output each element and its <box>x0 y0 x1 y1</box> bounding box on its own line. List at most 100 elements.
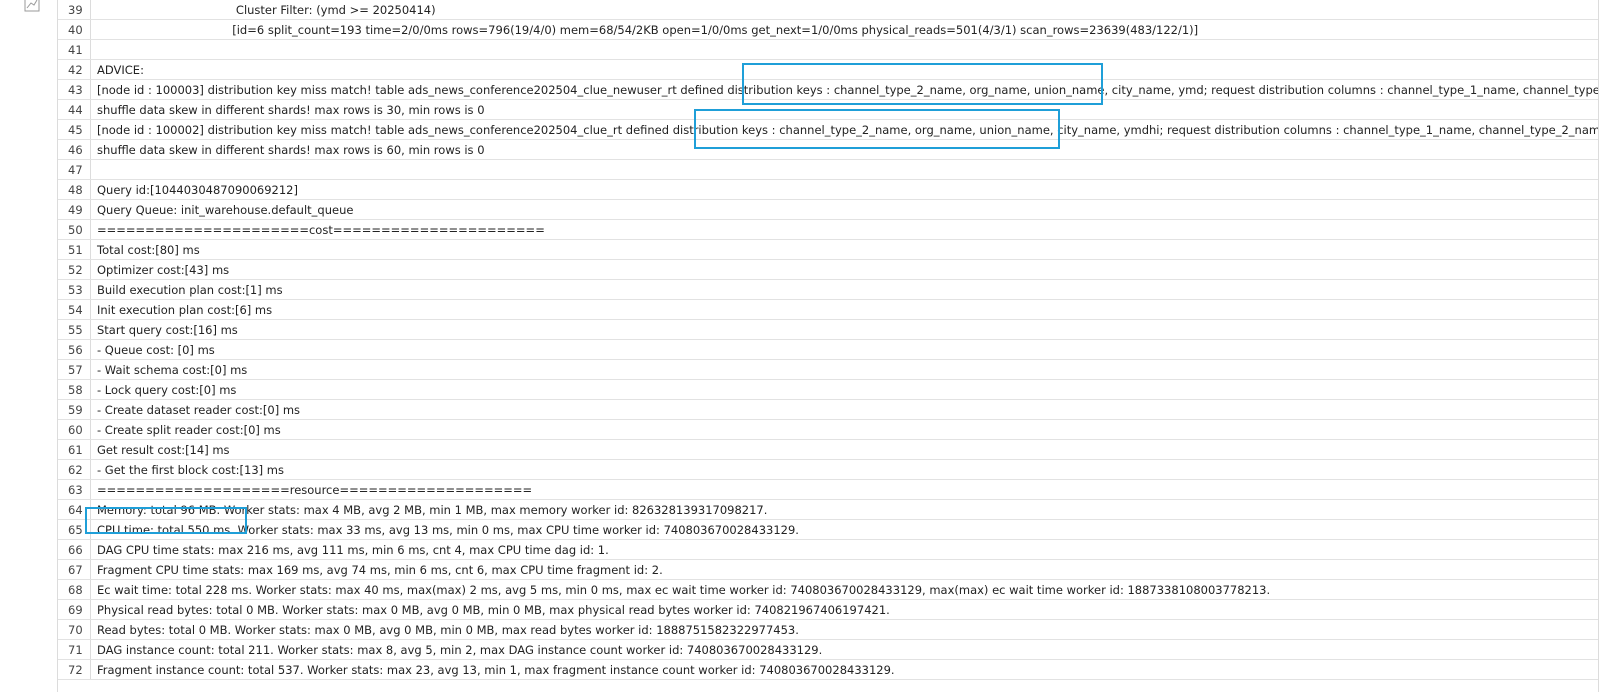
line-text: Memory: total 96 MB. Worker stats: max 4… <box>97 502 768 517</box>
line-text: Physical read bytes: total 0 MB. Worker … <box>97 602 890 617</box>
line-text: ADVICE: <box>97 62 144 77</box>
line-number: 54 <box>58 300 91 319</box>
line-text: Fragment instance count: total 537. Work… <box>97 662 895 677</box>
line-text: shuffle data skew in different shards! m… <box>97 142 485 157</box>
table-row: 66 DAG CPU time stats: max 216 ms, avg 11… <box>58 540 1598 560</box>
table-row: 44 shuffle data skew in different shards!… <box>58 100 1598 120</box>
line-text: [id=6 split_count=193 time=2/0/0ms rows=… <box>97 22 1199 37</box>
line-number: 47 <box>58 160 91 179</box>
chart-icon[interactable] <box>24 0 40 12</box>
line-text: ======================cost==============… <box>97 222 545 237</box>
table-row: 52 Optimizer cost:[43] ms <box>58 260 1598 280</box>
line-number: 64 <box>58 500 91 519</box>
line-text: Fragment CPU time stats: max 169 ms, avg… <box>97 562 663 577</box>
line-number: 50 <box>58 220 91 239</box>
line-number: 55 <box>58 320 91 339</box>
line-text: Query id:[1044030487090069212] <box>97 182 298 197</box>
line-number: 70 <box>58 620 91 639</box>
table-row: 58 - Lock query cost:[0] ms <box>58 380 1598 400</box>
table-row: 45 [node id : 100002] distribution key mi… <box>58 120 1598 140</box>
line-text: - Lock query cost:[0] ms <box>97 382 237 397</box>
line-text: Start query cost:[16] ms <box>97 322 238 337</box>
line-text: Total cost:[80] ms <box>97 242 200 257</box>
line-text: Read bytes: total 0 MB. Worker stats: ma… <box>97 622 799 637</box>
line-text <box>91 160 1598 179</box>
line-text: Cluster Filter: (ymd >= 20250414) <box>97 2 436 17</box>
table-row: 43 [node id : 100003] distribution key mi… <box>58 80 1598 100</box>
line-number: 57 <box>58 360 91 379</box>
line-number: 46 <box>58 140 91 159</box>
line-text: - Wait schema cost:[0] ms <box>97 362 248 377</box>
line-number: 42 <box>58 60 91 79</box>
table-row: 68 Ec wait time: total 228 ms. Worker sta… <box>58 580 1598 600</box>
table-row: 53 Build execution plan cost:[1] ms <box>58 280 1598 300</box>
line-number: 62 <box>58 460 91 479</box>
line-number: 56 <box>58 340 91 359</box>
line-number: 43 <box>58 80 91 99</box>
line-text: Query Queue: init_warehouse.default_queu… <box>97 202 354 217</box>
table-row: 49 Query Queue: init_warehouse.default_qu… <box>58 200 1598 220</box>
line-number: 66 <box>58 540 91 559</box>
line-number: 65 <box>58 520 91 539</box>
table-row: 50 ======================cost============… <box>58 220 1598 240</box>
line-number: 41 <box>58 40 91 59</box>
line-text: Build execution plan cost:[1] ms <box>97 282 283 297</box>
table-row: 62 - Get the first block cost:[13] ms <box>58 460 1598 480</box>
query-profile-view: 39 Cluster Filter: (ymd >= 20250414) 40 [… <box>0 0 1614 692</box>
line-text: - Create split reader cost:[0] ms <box>97 422 281 437</box>
table-row: 39 Cluster Filter: (ymd >= 20250414) <box>58 0 1598 20</box>
line-text: - Get the first block cost:[13] ms <box>97 462 284 477</box>
line-text: DAG CPU time stats: max 216 ms, avg 111 … <box>97 542 609 557</box>
table-row: 59 - Create dataset reader cost:[0] ms <box>58 400 1598 420</box>
line-number: 39 <box>58 0 91 19</box>
table-row: 41 <box>58 40 1598 60</box>
table-row: 60 - Create split reader cost:[0] ms <box>58 420 1598 440</box>
table-row: 54 Init execution plan cost:[6] ms <box>58 300 1598 320</box>
table-row: 56 - Queue cost: [0] ms <box>58 340 1598 360</box>
line-number: 44 <box>58 100 91 119</box>
line-number: 45 <box>58 120 91 139</box>
line-number: 58 <box>58 380 91 399</box>
line-text: - Queue cost: [0] ms <box>97 342 215 357</box>
table-row: 51 Total cost:[80] ms <box>58 240 1598 260</box>
line-number: 61 <box>58 440 91 459</box>
line-text: [node id : 100003] distribution key miss… <box>97 82 1598 97</box>
line-text: ====================resource============… <box>97 482 533 497</box>
line-text: Get result cost:[14] ms <box>97 442 230 457</box>
line-number: 69 <box>58 600 91 619</box>
table-row: 65 CPU time: total 550 ms. Worker stats: … <box>58 520 1598 540</box>
table-row: 72 Fragment instance count: total 537. Wo… <box>58 660 1598 680</box>
line-number: 51 <box>58 240 91 259</box>
table-row: 69 Physical read bytes: total 0 MB. Worke… <box>58 600 1598 620</box>
line-number: 48 <box>58 180 91 199</box>
line-number: 67 <box>58 560 91 579</box>
table-row: 71 DAG instance count: total 211. Worker … <box>58 640 1598 660</box>
table-row: 70 Read bytes: total 0 MB. Worker stats: … <box>58 620 1598 640</box>
line-number: 72 <box>58 660 91 679</box>
line-text: Optimizer cost:[43] ms <box>97 262 230 277</box>
line-text: Ec wait time: total 228 ms. Worker stats… <box>97 582 1271 597</box>
table-row: 64 Memory: total 96 MB. Worker stats: max… <box>58 500 1598 520</box>
line-number: 40 <box>58 20 91 39</box>
table-row: 61 Get result cost:[14] ms <box>58 440 1598 460</box>
table-row: 63 ====================resource==========… <box>58 480 1598 500</box>
table-row: 40 [id=6 split_count=193 time=2/0/0ms ro… <box>58 20 1598 40</box>
line-number: 49 <box>58 200 91 219</box>
line-number: 63 <box>58 480 91 499</box>
line-text: DAG instance count: total 211. Worker st… <box>97 642 823 657</box>
line-text: CPU time: total 550 ms. Worker stats: ma… <box>97 522 799 537</box>
line-number: 52 <box>58 260 91 279</box>
line-text: shuffle data skew in different shards! m… <box>97 102 485 117</box>
line-number: 68 <box>58 580 91 599</box>
table-row: 47 <box>58 160 1598 180</box>
line-text: [node id : 100002] distribution key miss… <box>97 122 1598 137</box>
query-plan-table: 39 Cluster Filter: (ymd >= 20250414) 40 [… <box>57 0 1599 692</box>
line-text: Init execution plan cost:[6] ms <box>97 302 273 317</box>
line-text: - Create dataset reader cost:[0] ms <box>97 402 301 417</box>
table-row: 48 Query id:[1044030487090069212] <box>58 180 1598 200</box>
table-row: 67 Fragment CPU time stats: max 169 ms, a… <box>58 560 1598 580</box>
table-row: 55 Start query cost:[16] ms <box>58 320 1598 340</box>
line-number: 53 <box>58 280 91 299</box>
table-row: 42 ADVICE: <box>58 60 1598 80</box>
line-text <box>91 40 1598 59</box>
